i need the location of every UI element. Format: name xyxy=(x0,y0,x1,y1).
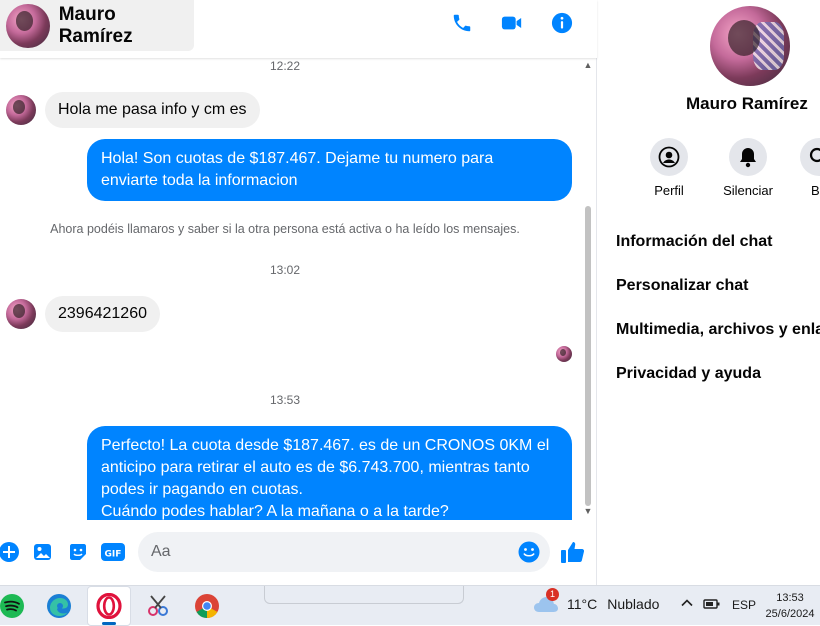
info-contact-name: Mauro Ramírez xyxy=(686,94,808,113)
message-input-container[interactable] xyxy=(138,532,550,572)
menu-chat-info[interactable]: Información del chat xyxy=(616,233,772,251)
window-peek-edge xyxy=(264,586,464,604)
message-line: Hola! Son cuotas de $187.467. Dejame tu … xyxy=(101,150,494,167)
windows-taskbar: 1 11°C Nublado ESP 13:53 25/6/2024 xyxy=(0,585,820,626)
message-scrollbar[interactable]: ▲ ▼ xyxy=(582,58,594,520)
bell-icon[interactable] xyxy=(729,138,767,176)
message-line: podes ir pagando en cuotas. xyxy=(101,481,303,498)
message-line: Perfecto! La cuota desde $187.467. es de… xyxy=(101,437,550,454)
timestamp: 13:02 xyxy=(269,263,301,277)
incoming-message[interactable]: Hola me pasa info y cm es xyxy=(45,92,260,128)
weather-widget[interactable]: 1 11°C Nublado xyxy=(533,588,660,614)
mute-label: Silenciar xyxy=(723,183,773,198)
menu-privacy-help[interactable]: Privacidad y ayuda xyxy=(616,365,761,383)
svg-text:GIF: GIF xyxy=(105,550,122,560)
profile-label: Perfil xyxy=(654,183,684,198)
weather-desc: Nublado xyxy=(607,596,660,612)
snipping-tool-icon[interactable] xyxy=(143,591,173,621)
profile-icon[interactable] xyxy=(650,138,688,176)
mute-action[interactable]: Silenciar xyxy=(713,138,783,198)
info-icon[interactable] xyxy=(551,12,573,34)
photo-icon[interactable] xyxy=(33,542,53,562)
menu-customize-chat[interactable]: Personalizar chat xyxy=(616,277,749,295)
chevron-up-icon[interactable] xyxy=(680,596,694,613)
incoming-message[interactable]: 2396421260 xyxy=(45,296,160,332)
chat-pane: Mauro Ramírez 12:22 Hola me pasa info y … xyxy=(0,0,597,585)
spotify-icon[interactable] xyxy=(0,591,27,621)
weather-badge: 1 xyxy=(546,588,559,601)
clock-time: 13:53 xyxy=(776,592,804,604)
chrome-icon[interactable] xyxy=(192,591,222,621)
language-indicator[interactable]: ESP xyxy=(732,598,756,612)
timestamp: 12:22 xyxy=(269,59,301,73)
outgoing-message[interactable]: Perfecto! La cuota desde $187.467. es de… xyxy=(87,426,572,520)
chat-header: Mauro Ramírez xyxy=(0,0,597,58)
video-call-icon[interactable] xyxy=(501,12,523,34)
scroll-down-icon[interactable]: ▼ xyxy=(582,506,594,516)
scroll-thumb[interactable] xyxy=(585,206,591,506)
opera-icon[interactable] xyxy=(94,591,124,621)
message-line: Cuándo podes hablar? A la mañana o a la … xyxy=(101,503,449,520)
system-notice: Ahora podéis llamaros y saber si la otra… xyxy=(50,222,520,236)
timestamp: 13:53 xyxy=(269,393,301,407)
incoming-message-row: Hola me pasa info y cm es xyxy=(6,92,260,128)
contact-header-button[interactable]: Mauro Ramírez xyxy=(0,0,194,51)
system-clock[interactable]: 13:53 25/6/2024 xyxy=(762,590,818,622)
battery-network-icon[interactable] xyxy=(703,597,721,614)
profile-action[interactable]: Perfil xyxy=(634,138,704,198)
like-icon[interactable] xyxy=(560,540,586,564)
message-input[interactable] xyxy=(151,541,511,563)
phone-icon[interactable] xyxy=(451,12,473,34)
add-more-icon[interactable] xyxy=(0,542,19,562)
chat-info-pane: Mauro Ramírez Perfil Silenciar Bu Inform… xyxy=(598,0,820,585)
incoming-message-row: 2396421260 xyxy=(6,296,160,332)
seen-avatar xyxy=(556,346,572,362)
search-label: Bu xyxy=(811,183,820,198)
sticker-icon[interactable] xyxy=(68,542,88,562)
menu-media-files[interactable]: Multimedia, archivos y enla xyxy=(616,321,820,339)
contact-name: Mauro Ramírez xyxy=(58,3,133,47)
scroll-up-icon[interactable]: ▲ xyxy=(582,60,594,70)
message-line: anticipo para retirar el auto es de $6.7… xyxy=(101,459,530,476)
emoji-icon[interactable] xyxy=(518,541,540,568)
message-list[interactable]: 12:22 Hola me pasa info y cm es Hola! So… xyxy=(0,58,597,520)
cloud-icon: 1 xyxy=(533,588,559,614)
clock-date: 25/6/2024 xyxy=(765,608,815,620)
sender-avatar xyxy=(6,95,36,125)
header-actions xyxy=(451,12,573,34)
messenger-window: Mauro Ramírez 12:22 Hola me pasa info y … xyxy=(0,0,820,585)
weather-temp: 11°C xyxy=(567,596,598,612)
search-action[interactable]: Bu xyxy=(784,138,820,198)
gif-icon[interactable]: GIF xyxy=(101,542,125,562)
contact-avatar xyxy=(6,3,50,48)
info-avatar xyxy=(710,6,790,86)
search-icon[interactable] xyxy=(800,138,820,176)
edge-icon[interactable] xyxy=(44,591,74,621)
message-line: enviarte toda la informacion xyxy=(101,172,298,189)
sender-avatar xyxy=(6,299,36,329)
outgoing-message[interactable]: Hola! Son cuotas de $187.467. Dejame tu … xyxy=(87,139,572,201)
